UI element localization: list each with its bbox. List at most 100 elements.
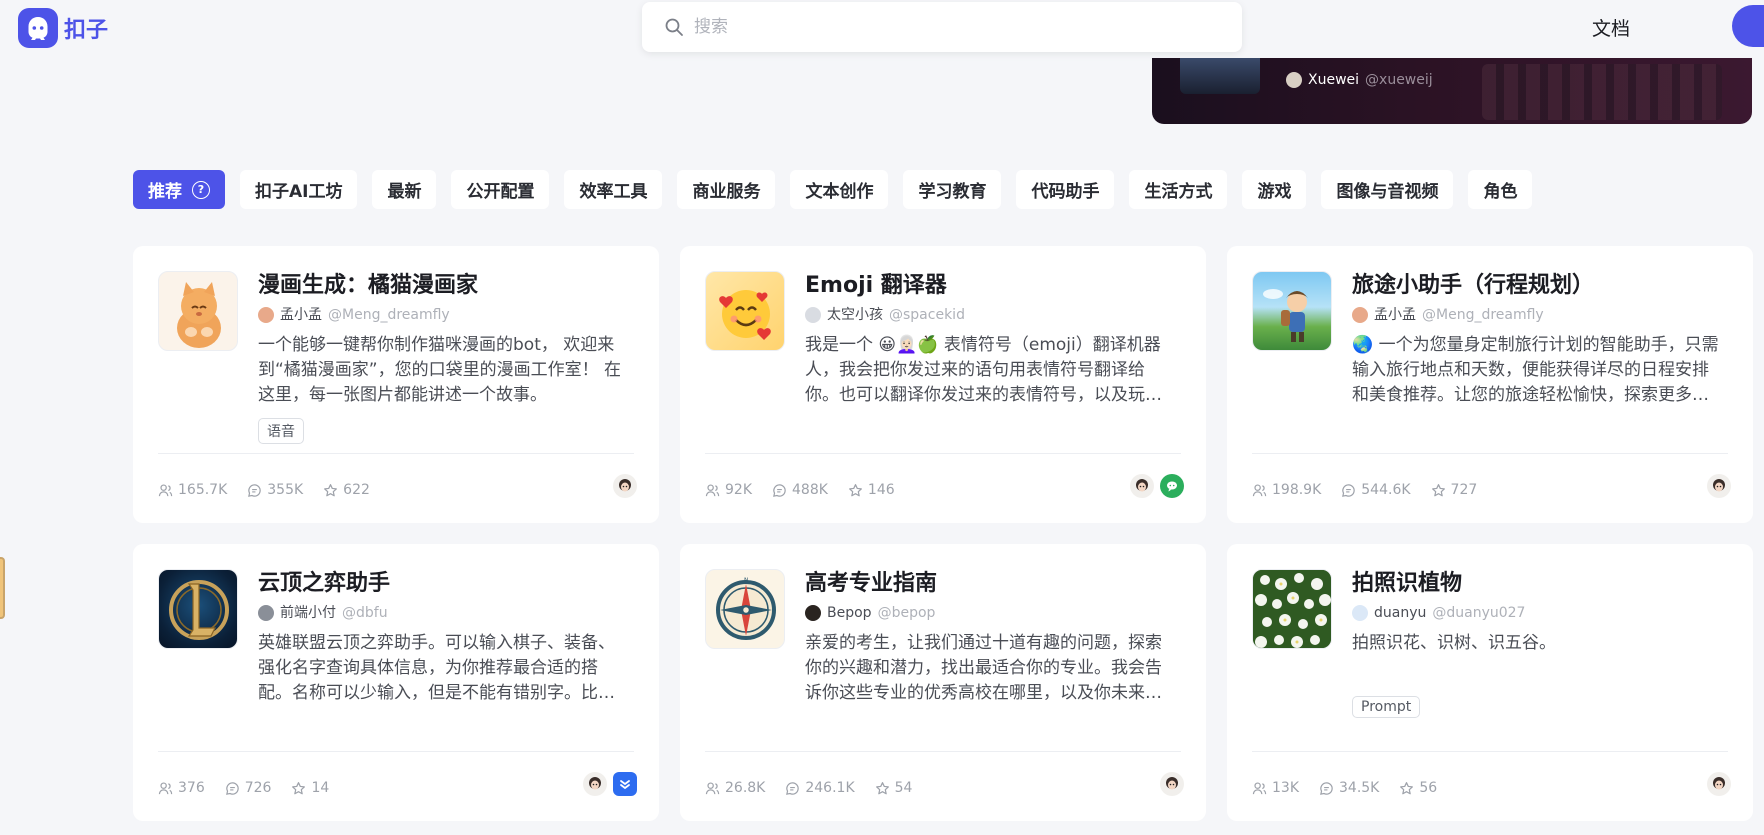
bot-author[interactable]: 前端小付 @dbfu bbox=[258, 603, 628, 623]
users-icon bbox=[1252, 781, 1267, 794]
bot-card[interactable]: 漫画生成：橘猫漫画家 孟小孟 @Meng_dreamfly 一个能够一键帮你制作… bbox=[133, 246, 659, 523]
author-avatar bbox=[1352, 307, 1368, 323]
users-icon bbox=[1252, 483, 1267, 496]
stars-count: 727 bbox=[1450, 482, 1478, 498]
chat-bubble-icon bbox=[773, 483, 786, 497]
tab-writing[interactable]: 文本创作 bbox=[790, 170, 889, 209]
tab-latest[interactable]: 最新 bbox=[372, 170, 437, 209]
logo[interactable]: 扣子 bbox=[18, 8, 108, 48]
messages-stat: 246.1K bbox=[785, 780, 855, 796]
author-handle: @Meng_dreamfly bbox=[328, 307, 450, 323]
tab-public-config[interactable]: 公开配置 bbox=[451, 170, 550, 209]
users-count: 92K bbox=[725, 482, 752, 498]
divider bbox=[705, 453, 1181, 454]
author-handle: @Meng_dreamfly bbox=[1422, 307, 1544, 323]
bot-title: 漫画生成：橘猫漫画家 bbox=[258, 273, 479, 298]
svg-text:N: N bbox=[744, 577, 749, 584]
bot-author[interactable]: duanyu @duanyu027 bbox=[1352, 603, 1722, 623]
author-avatar bbox=[258, 307, 274, 323]
bot-card[interactable]: 拍照识植物 duanyu @duanyu027 拍照识花、识树、识五谷。 Pro… bbox=[1227, 544, 1753, 821]
author-handle: @duanyu027 bbox=[1432, 605, 1526, 621]
bot-stats: 376 726 14 bbox=[158, 780, 329, 796]
users-icon bbox=[158, 483, 173, 496]
tab-code-assistant[interactable]: 代码助手 bbox=[1016, 170, 1115, 209]
users-stat: 376 bbox=[158, 780, 205, 796]
author-handle: @dbfu bbox=[342, 605, 388, 621]
bot-description: 一个能够一键帮你制作猫咪漫画的bot， 欢迎来到“橘猫漫画家”，您的口袋里的漫画… bbox=[258, 335, 622, 405]
bot-author[interactable]: 太空小孩 @spacekid bbox=[805, 305, 1175, 325]
users-count: 13K bbox=[1272, 780, 1299, 796]
tab-lifestyle[interactable]: 生活方式 bbox=[1129, 170, 1228, 209]
messages-count: 488K bbox=[792, 482, 828, 498]
stars-stat: 56 bbox=[1399, 780, 1437, 796]
author-handle: @spacekid bbox=[889, 307, 965, 323]
chat-bubble-icon bbox=[248, 483, 261, 497]
bot-author[interactable]: Bepop @bepop bbox=[805, 603, 1175, 623]
divider bbox=[1252, 453, 1728, 454]
orange-cat-icon bbox=[158, 271, 238, 351]
bot-card[interactable]: 旅途小助手（行程规划） 孟小孟 @Meng_dreamfly 🌏 一个为您量身定… bbox=[1227, 246, 1753, 523]
users-stat: 92K bbox=[705, 482, 752, 498]
logo-text: 扣子 bbox=[64, 18, 109, 43]
users-icon bbox=[705, 781, 720, 794]
author-name: Bepop bbox=[827, 605, 872, 621]
users-count: 376 bbox=[178, 780, 205, 796]
doubao-platform-icon bbox=[1130, 474, 1154, 498]
login-button[interactable] bbox=[1732, 5, 1764, 47]
users-icon bbox=[158, 781, 173, 794]
tab-recommend[interactable]: 推荐 ? bbox=[133, 170, 225, 209]
tab-label: 推荐 bbox=[148, 182, 182, 202]
bot-stats: 198.9K 544.6K 727 bbox=[1252, 482, 1477, 498]
tab-characters[interactable]: 角色 bbox=[1468, 170, 1533, 209]
publish-platforms bbox=[613, 474, 637, 498]
author-name: 前端小付 bbox=[280, 605, 336, 621]
stars-stat: 622 bbox=[323, 482, 370, 498]
tab-productivity[interactable]: 效率工具 bbox=[564, 170, 663, 209]
messages-count: 355K bbox=[267, 482, 304, 498]
tab-image-av[interactable]: 图像与音视频 bbox=[1321, 170, 1454, 209]
star-icon bbox=[292, 781, 306, 794]
traveler-boy-icon bbox=[1252, 271, 1332, 351]
tab-games[interactable]: 游戏 bbox=[1242, 170, 1307, 209]
tab-business[interactable]: 商业服务 bbox=[677, 170, 776, 209]
author-avatar bbox=[1286, 72, 1302, 88]
search-bar[interactable] bbox=[642, 2, 1242, 52]
messages-count: 34.5K bbox=[1339, 780, 1380, 796]
messages-stat: 544.6K bbox=[1341, 482, 1411, 498]
divider bbox=[158, 751, 634, 752]
bot-author[interactable]: 孟小孟 @Meng_dreamfly bbox=[258, 305, 628, 325]
bot-author[interactable]: 孟小孟 @Meng_dreamfly bbox=[1352, 305, 1722, 325]
users-count: 198.9K bbox=[1272, 482, 1322, 498]
featured-banner[interactable]: Xuewei @xueweij bbox=[1152, 58, 1752, 124]
bot-description: 我是一个 😀👩🏻‍🦳🍏 表情符号（emoji）翻译机器人，我会把你发过来的语句用… bbox=[805, 335, 1162, 405]
bot-description: 英雄联盟云顶之弈助手。可以输入棋子、装备、强化名字查询具体信息，为你推荐最合适的… bbox=[258, 633, 615, 703]
star-icon bbox=[1431, 483, 1445, 496]
stars-stat: 727 bbox=[1431, 482, 1478, 498]
bot-description: 亲爱的考生，让我们通过十道有趣的问题，探索你的兴趣和潜力，找出最适合你的专业。我… bbox=[805, 633, 1162, 703]
doubao-platform-icon bbox=[1707, 474, 1731, 498]
bot-card[interactable]: N 高考专业指南 Bepop @bepop 亲爱的考生，让我们通过十道有趣的问题… bbox=[680, 544, 1206, 821]
smiling-face-hearts-icon bbox=[705, 271, 785, 351]
tab-education[interactable]: 学习教育 bbox=[903, 170, 1002, 209]
bot-tag: 语音 bbox=[258, 418, 304, 444]
league-logo-icon bbox=[158, 569, 238, 649]
top-header: 扣子 文档 bbox=[0, 0, 1764, 58]
search-input[interactable] bbox=[694, 17, 1214, 37]
messages-count: 544.6K bbox=[1361, 482, 1411, 498]
author-avatar bbox=[805, 605, 821, 621]
author-avatar bbox=[258, 605, 274, 621]
docs-link[interactable]: 文档 bbox=[1592, 14, 1630, 41]
compass-icon: N bbox=[705, 569, 785, 649]
bot-title: 云顶之弈助手 bbox=[258, 571, 391, 596]
messages-stat: 355K bbox=[247, 482, 303, 498]
help-icon[interactable]: ? bbox=[192, 180, 210, 199]
users-icon bbox=[705, 483, 720, 496]
messages-count: 246.1K bbox=[805, 780, 855, 796]
chat-bubble-icon bbox=[1342, 483, 1355, 497]
bot-card[interactable]: 云顶之弈助手 前端小付 @dbfu 英雄联盟云顶之弈助手。可以输入棋子、装备、强… bbox=[133, 544, 659, 821]
bot-tag: Prompt bbox=[1352, 696, 1421, 718]
bot-card[interactable]: Emoji 翻译器 太空小孩 @spacekid 我是一个 😀👩🏻‍🦳🍏 表情符… bbox=[680, 246, 1206, 523]
search-icon bbox=[665, 18, 683, 36]
tab-ai-workshop[interactable]: 扣子AI工坊 bbox=[240, 170, 358, 209]
side-drawer-handle[interactable] bbox=[0, 557, 5, 619]
